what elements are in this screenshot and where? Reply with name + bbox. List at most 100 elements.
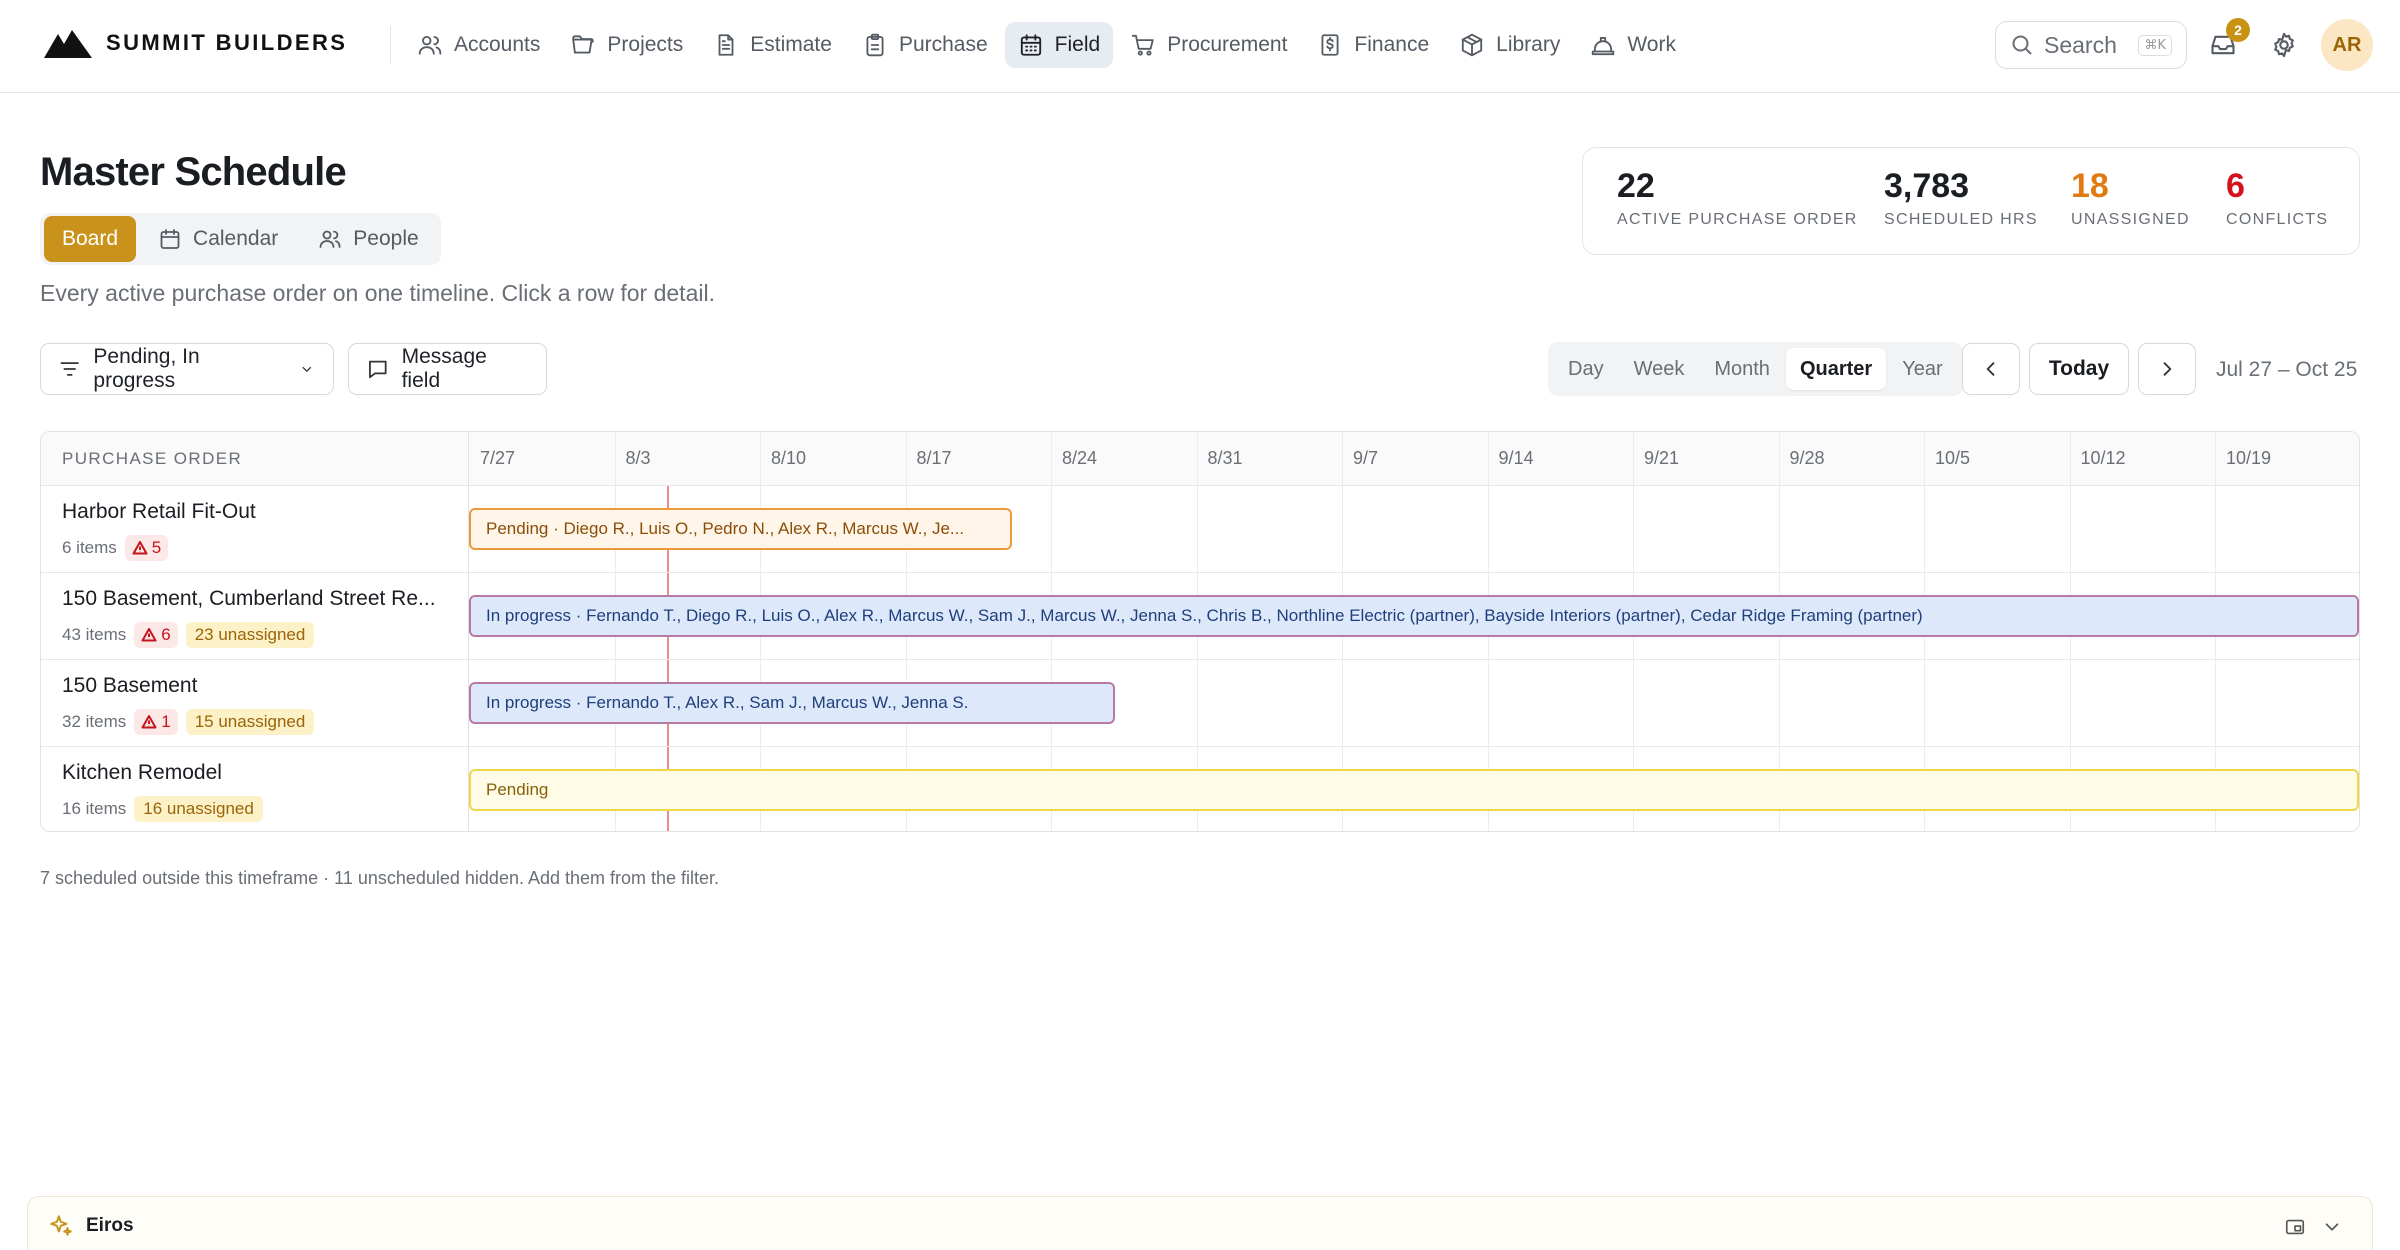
nav-label: Work xyxy=(1627,33,1676,56)
schedule-bar[interactable]: In progress · Fernando T., Alex R., Sam … xyxy=(469,682,1116,724)
top-navigation-bar: SUMMIT BUILDERS Accounts Projects Estima… xyxy=(0,0,2400,93)
tab-people[interactable]: People xyxy=(300,216,436,262)
box-icon xyxy=(1462,33,1483,57)
week-label: 9/21 xyxy=(1644,448,1680,468)
next-button[interactable] xyxy=(2138,343,2196,395)
warning-icon xyxy=(141,715,157,729)
today-button[interactable]: Today xyxy=(2029,343,2129,395)
row-item-count: 6 items xyxy=(62,538,117,557)
conflict-badge: 5 xyxy=(124,535,169,561)
row-meta: 32 items 1 15 unassigned xyxy=(62,709,315,735)
dollar-document-icon xyxy=(1321,34,1339,56)
unassigned-badge: 16 unassigned xyxy=(134,796,263,822)
conflict-count: 1 xyxy=(161,712,171,731)
assistant-panel[interactable]: Eiros xyxy=(27,1196,2373,1250)
assistant-name: Eiros xyxy=(86,1215,134,1236)
nav-label: Projects xyxy=(607,33,684,56)
popout-button[interactable] xyxy=(2281,1213,2309,1241)
popout-icon xyxy=(2285,1219,2305,1235)
range-tab-week[interactable]: Week xyxy=(1620,348,1699,390)
schedule-footnote: 7 scheduled outside this timeframe · 11 … xyxy=(40,868,720,888)
users-icon xyxy=(319,230,341,248)
week-label: 8/10 xyxy=(771,448,807,468)
stat-value: 18 xyxy=(2071,167,2109,205)
user-avatar[interactable]: AR xyxy=(2321,19,2373,71)
range-tab-year[interactable]: Year xyxy=(1888,348,1956,390)
collapse-button[interactable] xyxy=(2318,1213,2346,1241)
table-row[interactable]: Harbor Retail Fit-Out 6 items 5 xyxy=(41,486,2359,573)
schedule-bar[interactable]: Pending · Diego R., Luis O., Pedro N., A… xyxy=(469,508,1012,550)
column-divider xyxy=(468,432,469,831)
row-meta: 6 items 5 xyxy=(62,535,169,561)
conflict-count: 5 xyxy=(151,538,162,557)
page-title: Master Schedule xyxy=(40,150,347,194)
search-shortcut: ⌘K xyxy=(2138,34,2172,56)
row-item-count: 43 items xyxy=(62,625,127,644)
conflict-count: 6 xyxy=(161,625,171,644)
stat-value: 3,783 xyxy=(1884,167,1970,205)
calendar-icon xyxy=(1020,34,1041,56)
stat-value: 22 xyxy=(1617,167,1655,205)
nav-label: Finance xyxy=(1354,33,1430,56)
range-tab-quarter[interactable]: Quarter xyxy=(1785,348,1887,390)
mountain-logo-icon xyxy=(44,30,92,58)
nav-item-field[interactable]: Field xyxy=(1004,22,1114,68)
search-input[interactable]: Search ⌘K xyxy=(1995,21,2187,69)
range-tab-month[interactable]: Month xyxy=(1700,348,1784,390)
nav-item-estimate[interactable]: Estimate xyxy=(700,22,845,68)
nav-label: Library xyxy=(1496,33,1561,56)
brand[interactable]: SUMMIT BUILDERS xyxy=(44,28,347,58)
unassigned-badge: 23 unassigned xyxy=(185,622,315,648)
week-label: 8/24 xyxy=(1062,448,1098,468)
folder-icon xyxy=(572,35,595,54)
warning-icon xyxy=(132,541,148,555)
nav-item-accounts[interactable]: Accounts xyxy=(404,22,553,68)
tab-board[interactable]: Board xyxy=(44,216,137,262)
sparkle-icon xyxy=(50,1215,72,1236)
notifications-button[interactable]: 2 xyxy=(2204,18,2250,64)
hardhat-icon xyxy=(1592,37,1615,56)
nav-label: Accounts xyxy=(454,33,541,56)
nav-item-purchase[interactable]: Purchase xyxy=(849,22,1001,68)
calendar-icon xyxy=(160,229,180,249)
status-filter-dropdown[interactable]: Pending, In progress xyxy=(40,343,334,395)
range-tab-day[interactable]: Day xyxy=(1554,348,1618,390)
unassigned-badge: 15 unassigned xyxy=(185,709,315,735)
week-label: 10/12 xyxy=(2080,448,2126,468)
brand-name: SUMMIT BUILDERS xyxy=(106,30,348,55)
table-row[interactable]: 150 Basement 32 items 1 15 unassigned xyxy=(41,660,2359,747)
nav-item-library[interactable]: Library xyxy=(1446,22,1573,68)
range-tabs: Day Week Month Quarter Year xyxy=(1548,342,1963,396)
row-name: Kitchen Remodel xyxy=(62,761,222,784)
nav-label: Procurement xyxy=(1167,33,1288,56)
search-placeholder: Search xyxy=(2044,31,2117,58)
column-header-purchase-order: PURCHASE ORDER xyxy=(62,449,243,468)
tab-calendar[interactable]: Calendar xyxy=(140,216,296,262)
row-item-count: 16 items xyxy=(62,799,127,818)
nav-item-finance[interactable]: Finance xyxy=(1304,22,1442,68)
stats-card: 22 ACTIVE PURCHASE ORDER 3,783 SCHEDULED… xyxy=(1582,147,2360,255)
schedule-bar-label: Pending · Diego R., Luis O., Pedro N., A… xyxy=(486,519,965,538)
stat-scheduled-hrs: 3,783 SCHEDULED HRS xyxy=(1884,167,2038,229)
settings-button[interactable] xyxy=(2265,26,2303,64)
main-nav: Accounts Projects Estimate Purchase Fiel… xyxy=(404,22,1689,68)
row-name: Harbor Retail Fit-Out xyxy=(62,500,256,523)
stat-label: ACTIVE PURCHASE ORDER xyxy=(1617,211,1858,229)
schedule-bar[interactable]: Pending xyxy=(469,769,2359,811)
filter-label: Pending, In progress xyxy=(93,345,200,392)
nav-label: Estimate xyxy=(750,33,832,56)
previous-button[interactable] xyxy=(1962,343,2020,395)
week-label: 9/28 xyxy=(1789,448,1825,468)
message-field-button[interactable]: Message field xyxy=(348,343,547,395)
nav-item-work[interactable]: Work xyxy=(1577,22,1689,68)
row-meta: 16 items 16 unassigned xyxy=(62,796,263,822)
conflict-badge: 6 xyxy=(134,622,178,648)
week-label: 10/5 xyxy=(1935,448,1971,468)
conflict-badge: 1 xyxy=(134,709,178,735)
nav-item-procurement[interactable]: Procurement xyxy=(1117,22,1300,68)
nav-item-projects[interactable]: Projects xyxy=(557,22,696,68)
week-label: 10/19 xyxy=(2226,448,2272,468)
schedule-bar[interactable]: In progress · Fernando T., Diego R., Lui… xyxy=(469,595,2359,637)
stat-active-purchase-order: 22 ACTIVE PURCHASE ORDER xyxy=(1617,167,1858,229)
schedule-bar-label: Pending xyxy=(486,780,549,799)
